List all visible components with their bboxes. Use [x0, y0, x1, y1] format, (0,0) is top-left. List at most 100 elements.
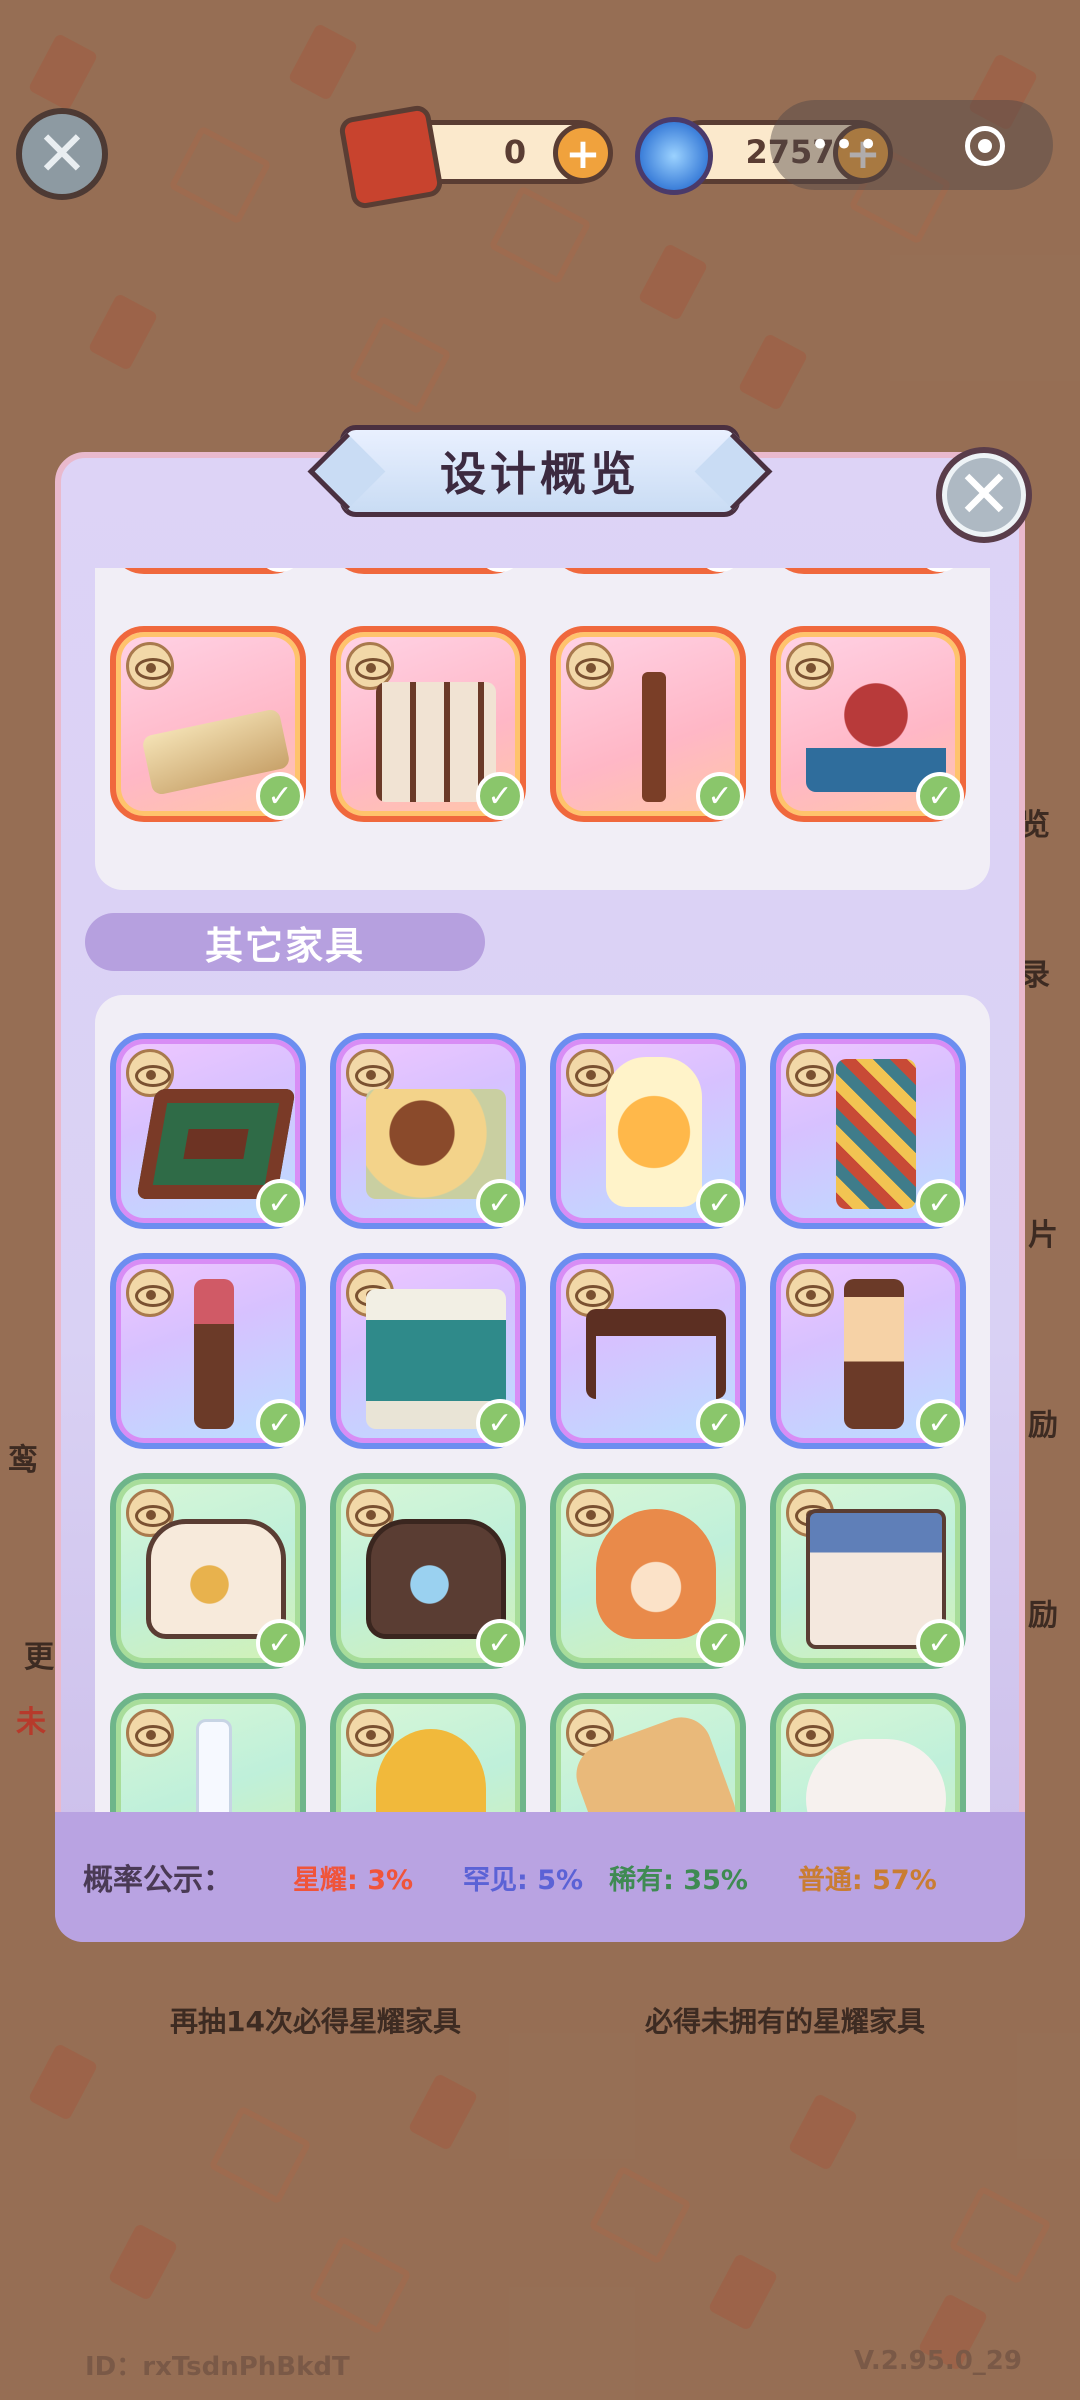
furniture-tile-food-platter[interactable]: ✓	[330, 1033, 526, 1229]
check-icon: ✓	[916, 1399, 964, 1447]
item-image	[196, 1719, 232, 1814]
item-image	[806, 1739, 946, 1814]
furniture-tile-ornate-gate[interactable]: ✓	[330, 1253, 526, 1449]
check-icon: ✓	[696, 1179, 744, 1227]
eye-icon[interactable]	[786, 1269, 834, 1317]
furniture-tile-pineapple-seat[interactable]	[330, 1693, 526, 1814]
furniture-tile-plum-bonsai[interactable]: ✓	[770, 626, 966, 822]
ticket-icon	[337, 103, 445, 211]
furniture-scroll-area[interactable]: ✓ ✓ ✓ ✓ ✓ ✓ ✓ ✓ 其它家具	[85, 568, 995, 1814]
check-icon: ✓	[256, 772, 304, 820]
version-label: V.2.95.0_29	[854, 2346, 1022, 2376]
close-icon: ✕	[36, 117, 88, 190]
furniture-tile-cushion[interactable]	[550, 1693, 746, 1814]
item-image	[146, 1519, 286, 1639]
side-label: 片	[1028, 1218, 1058, 1253]
furniture-tile-incense-stand[interactable]: ✓	[550, 626, 746, 822]
check-icon: ✓	[696, 772, 744, 820]
check-icon: ✓	[476, 772, 524, 820]
side-label: 鸾	[8, 1443, 38, 1478]
item-image	[376, 1729, 486, 1814]
item-image	[844, 1279, 904, 1429]
furniture-tile-white-plush[interactable]	[770, 1693, 966, 1814]
probability-bar: 概率公示： 星耀: 3% 罕见: 5% 稀有: 35% 普通: 57%	[55, 1812, 1025, 1942]
item-image	[596, 1509, 716, 1639]
eye-icon[interactable]	[126, 642, 174, 690]
eye-icon[interactable]	[566, 642, 614, 690]
check-icon: ✓	[476, 1619, 524, 1667]
mini-program-capsule[interactable]: •••	[770, 100, 1053, 190]
furniture-tile[interactable]: ✓	[110, 568, 306, 574]
modal-close-button[interactable]: ✕	[936, 447, 1032, 543]
side-label: 励	[1028, 1408, 1058, 1443]
check-icon: ✓	[696, 1399, 744, 1447]
furniture-tile-flower-stand[interactable]: ✓	[110, 1253, 306, 1449]
check-icon: ✓	[696, 1619, 744, 1667]
item-image	[194, 1279, 234, 1429]
guarantee-note: 必得未拥有的星耀家具	[645, 2005, 926, 2038]
furniture-tile-floor-lantern[interactable]: ✓	[770, 1253, 966, 1449]
check-icon: ✓	[256, 1179, 304, 1227]
section-header-other-furniture: 其它家具	[85, 913, 485, 971]
eye-icon[interactable]	[786, 1709, 834, 1757]
item-image	[366, 1089, 506, 1199]
furniture-tile-glass-pane[interactable]	[110, 1693, 306, 1814]
furniture-tile-ivory-fence[interactable]: ✓	[110, 626, 306, 822]
check-icon: ✓	[476, 1399, 524, 1447]
eye-icon[interactable]	[126, 1709, 174, 1757]
eye-icon[interactable]	[566, 1489, 614, 1537]
item-image	[642, 672, 666, 802]
more-icon[interactable]: •••	[810, 125, 882, 165]
furniture-tile[interactable]: ✓	[770, 568, 966, 574]
pity-note: 再抽14次必得星耀家具	[170, 2005, 461, 2038]
item-image	[586, 1309, 726, 1399]
add-ticket-button[interactable]: +	[553, 123, 613, 183]
eye-icon[interactable]	[126, 1269, 174, 1317]
item-image	[606, 1057, 702, 1207]
check-icon: ✓	[476, 568, 524, 572]
ticket-counter: 0 +	[337, 103, 613, 211]
check-icon: ✓	[916, 1179, 964, 1227]
check-icon: ✓	[916, 568, 964, 572]
item-image	[806, 682, 946, 792]
eye-icon[interactable]	[346, 1709, 394, 1757]
side-label: 未	[16, 1705, 46, 1740]
check-icon: ✓	[256, 1619, 304, 1667]
furniture-tile-mahjong-table[interactable]: ✓	[110, 1033, 306, 1229]
probability-uncommon: 稀有: 35%	[609, 1864, 748, 1896]
furniture-panel-other: ✓ ✓ ✓ ✓ ✓ ✓ ✓ ✓ ✓ ✓ ✓ ✓	[95, 995, 990, 1814]
check-icon: ✓	[916, 772, 964, 820]
furniture-tile-cat-bag-brown[interactable]: ✓	[330, 1473, 526, 1669]
furniture-tile-fruit-drink-jar[interactable]: ✓	[550, 1033, 746, 1229]
check-icon: ✓	[916, 1619, 964, 1667]
furniture-panel-top: ✓ ✓ ✓ ✓ ✓ ✓ ✓ ✓	[95, 568, 990, 890]
section-title: 其它家具	[204, 923, 365, 968]
furniture-tile-folding-screen[interactable]: ✓	[330, 626, 526, 822]
check-icon: ✓	[476, 1179, 524, 1227]
furniture-tile-tapestry-panel[interactable]: ✓	[770, 1033, 966, 1229]
probability-star: 星耀: 3%	[293, 1864, 414, 1896]
furniture-tile[interactable]: ✓	[330, 568, 526, 574]
probability-common: 普通: 57%	[797, 1864, 937, 1896]
probability-label: 概率公示：	[83, 1863, 233, 1898]
check-icon: ✓	[696, 568, 744, 572]
close-button[interactable]: ✕	[16, 108, 108, 200]
eye-icon[interactable]	[786, 1049, 834, 1097]
user-id: ID：rxTsdnPhBkdT	[85, 2352, 350, 2382]
exit-target-icon[interactable]	[965, 126, 1005, 166]
furniture-tile-long-bench[interactable]: ✓	[550, 1253, 746, 1449]
furniture-tile-fox-plush[interactable]: ✓	[550, 1473, 746, 1669]
item-image	[366, 1519, 506, 1639]
side-label: 励	[1028, 1598, 1058, 1633]
check-icon: ✓	[256, 568, 304, 572]
modal-title: 设计概览	[440, 447, 640, 501]
modal-title-banner: 设计概览	[340, 425, 740, 517]
furniture-tile-dollhouse[interactable]: ✓	[770, 1473, 966, 1669]
furniture-tile-cat-bag-white[interactable]: ✓	[110, 1473, 306, 1669]
probability-rare: 罕见: 5%	[463, 1864, 584, 1896]
side-label: 更	[24, 1640, 54, 1675]
gem-icon	[635, 117, 713, 195]
check-icon: ✓	[256, 1399, 304, 1447]
close-icon: ✕	[956, 456, 1012, 533]
furniture-tile[interactable]: ✓	[550, 568, 746, 574]
